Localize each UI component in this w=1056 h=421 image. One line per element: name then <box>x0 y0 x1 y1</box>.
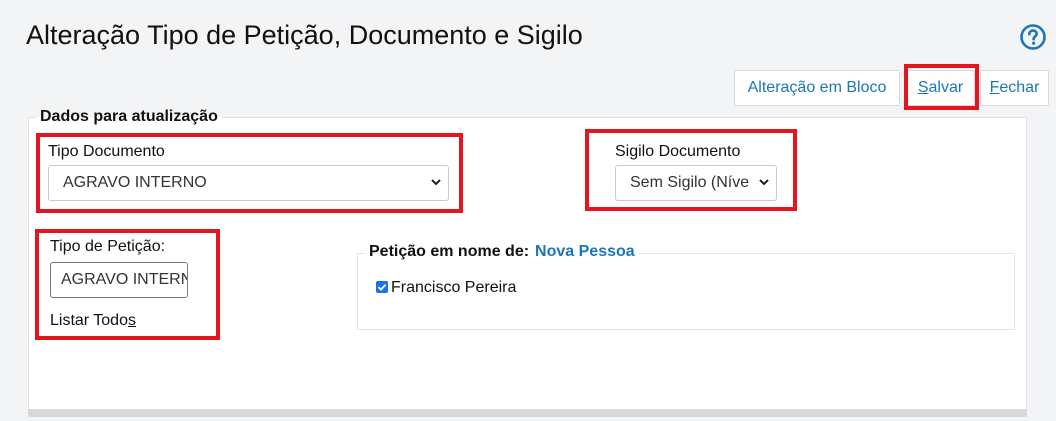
tipo-peticao-label: Tipo de Petição: <box>50 238 166 255</box>
list-all-accesskey: s <box>127 312 136 329</box>
list-all-link[interactable]: Listar Todos <box>50 312 136 330</box>
list-all-text: Listar Todo <box>50 312 128 329</box>
help-circle-icon[interactable] <box>1020 24 1046 50</box>
person-checkbox-row[interactable]: Francisco Pereira <box>376 279 516 297</box>
panel-bottom-bar <box>28 409 1027 417</box>
checkbox-checked-icon[interactable] <box>376 281 388 293</box>
tipo-documento-value: AGRAVO INTERNO <box>63 174 207 191</box>
sigilo-documento-value: Sem Sigilo (Níve <box>630 174 750 191</box>
save-accesskey: S <box>917 79 929 96</box>
close-accesskey: F <box>989 79 1000 96</box>
nova-pessoa-link[interactable]: Nova Pessoa <box>535 243 635 260</box>
close-button[interactable]: Fechar <box>980 70 1049 106</box>
tipo-documento-select[interactable]: AGRAVO INTERNO <box>48 165 449 201</box>
chevron-down-icon <box>431 179 441 186</box>
tipo-peticao-value: AGRAVO INTERNO <box>61 271 187 288</box>
person-name: Francisco Pereira <box>391 279 517 296</box>
peticao-nome-legend: Petição em nome de: Nova Pessoa <box>365 243 639 261</box>
chevron-down-icon <box>758 176 770 188</box>
sigilo-documento-select[interactable]: Sem Sigilo (Níve <box>615 165 777 201</box>
tipo-documento-label: Tipo Documento <box>48 143 165 160</box>
section-title: Dados para atualização <box>36 108 222 126</box>
page-title: Alteração Tipo de Petição, Documento e S… <box>26 20 583 50</box>
save-button[interactable]: Salvar <box>906 70 975 106</box>
close-label-rest: echar <box>999 79 1040 96</box>
peticao-nome-label: Petição em nome de: <box>369 243 530 260</box>
bulk-change-button[interactable]: Alteração em Bloco <box>734 70 900 106</box>
save-label-rest: alvar <box>928 79 964 96</box>
sigilo-documento-label: Sigilo Documento <box>615 143 741 160</box>
tipo-peticao-input[interactable]: AGRAVO INTERNO <box>50 262 188 298</box>
